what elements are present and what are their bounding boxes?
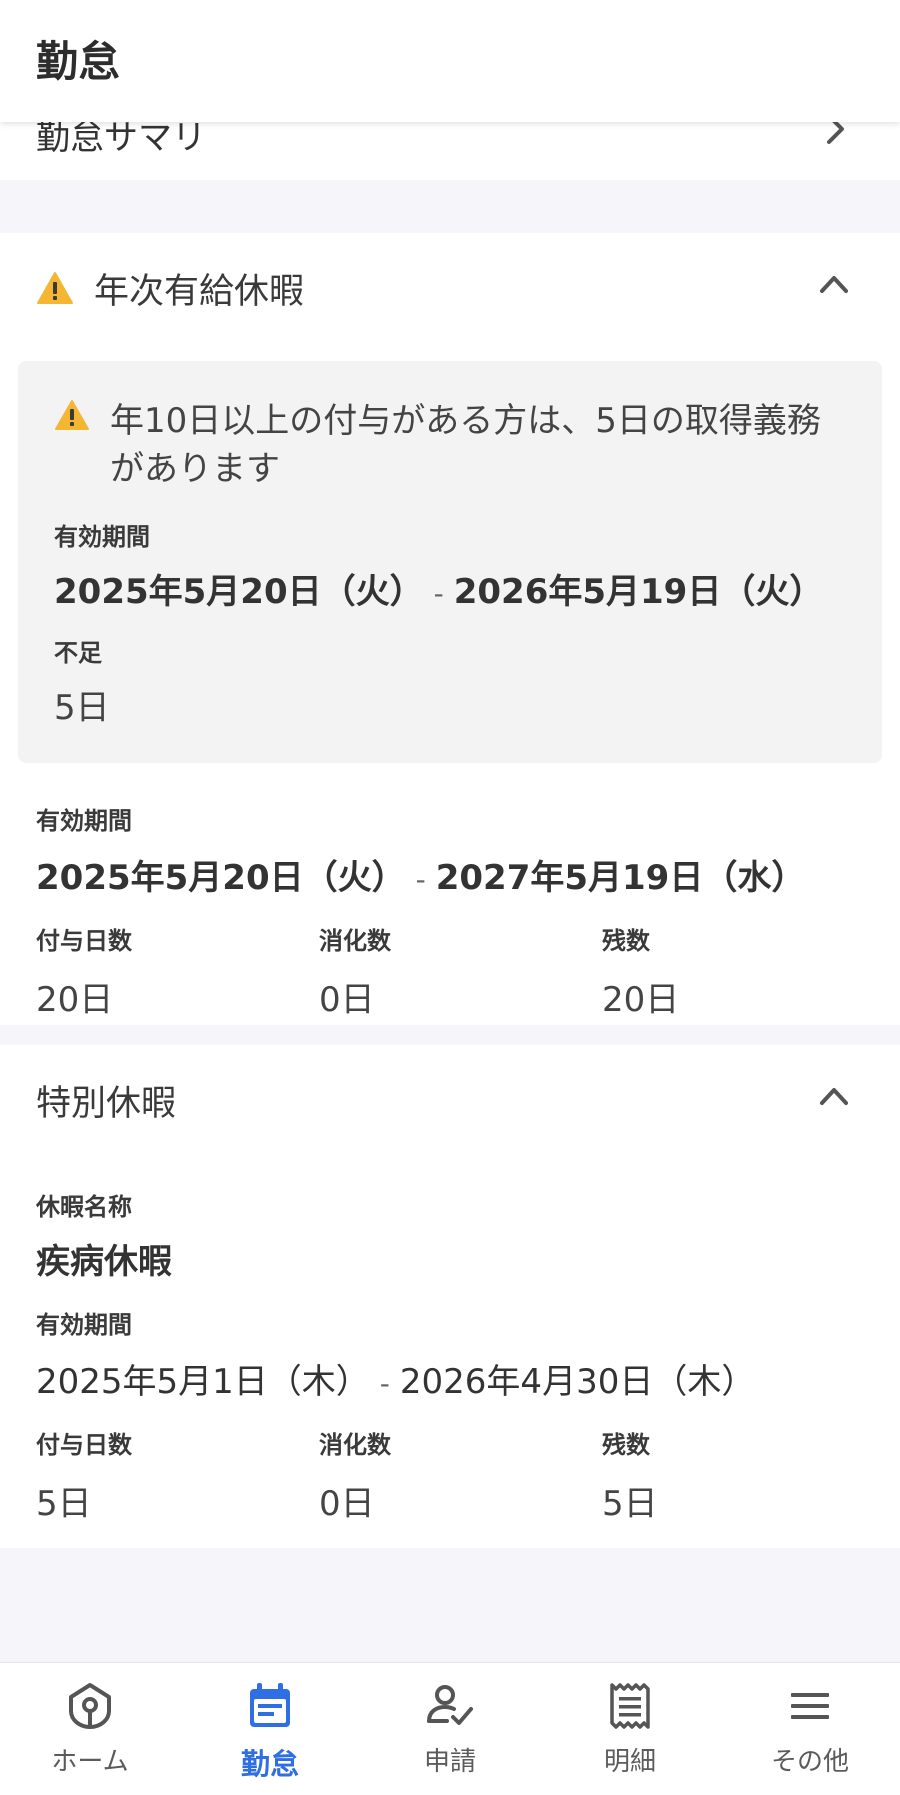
period-start: 2025年5月20日（火） xyxy=(36,858,406,898)
special-leave-info: 休暇名称 疾病休暇 有効期間 2025年5月1日（木） -2026年4月30日（木… xyxy=(0,1187,900,1525)
person-check-icon xyxy=(425,1681,475,1735)
used-days-value: 0日 xyxy=(319,1484,375,1524)
period-separator: - xyxy=(433,577,444,610)
granted-days-label: 付与日数 xyxy=(36,927,132,955)
used-days-value: 0日 xyxy=(319,980,375,1020)
nav-item-home[interactable]: ホーム xyxy=(0,1663,180,1795)
leave-name-label: 休暇名称 xyxy=(36,1193,132,1221)
receipt-icon xyxy=(606,1681,654,1735)
grant-period-label: 有効期間 xyxy=(36,807,132,835)
period-start: 2025年5月1日（木） xyxy=(36,1362,370,1402)
nav-label: ホーム xyxy=(51,1747,129,1777)
nav-item-more[interactable]: その他 xyxy=(720,1663,900,1795)
remaining-days-label: 残数 xyxy=(602,927,650,955)
menu-icon xyxy=(785,1681,835,1735)
warning-message: 年10日以上の付与がある方は、5日の取得義務があります xyxy=(110,401,821,489)
obligation-warning-box: 年10日以上の付与がある方は、5日の取得義務があります 有効期間 2025年5月… xyxy=(18,361,882,763)
period-end: 2026年5月19日（火） xyxy=(453,572,824,612)
granted-days-value: 5日 xyxy=(36,1484,92,1524)
used-days-label: 消化数 xyxy=(319,1431,391,1459)
remaining-days-value: 20日 xyxy=(602,980,680,1020)
period-end: 2026年4月30日（木） xyxy=(399,1362,756,1402)
top-app-bar: 勤怠 xyxy=(0,0,900,122)
period-separator: - xyxy=(379,1367,390,1400)
period-end: 2027年5月19日（水） xyxy=(435,858,806,898)
chevron-up-icon[interactable] xyxy=(818,273,850,299)
bottom-navigation: ホーム 勤怠 申請 明細 その他 xyxy=(0,1662,900,1795)
warning-icon xyxy=(54,399,90,435)
special-leave-title: 特別休暇 xyxy=(36,1083,177,1124)
period-separator: - xyxy=(415,863,426,896)
nav-label: 勤怠 xyxy=(240,1747,299,1781)
nav-label: 申請 xyxy=(423,1747,476,1777)
home-icon xyxy=(65,1681,115,1735)
annual-leave-card: 年次有給休暇 年10日以上の付与がある方は、5日の取得義務があります 有効期間 … xyxy=(0,233,900,1025)
grant-info: 有効期間 2025年5月20日（火） -2027年5月19日（水） 付与日数 20… xyxy=(0,801,900,1021)
granted-days-label: 付与日数 xyxy=(36,1431,132,1459)
shortage-value: 5日 xyxy=(54,688,110,728)
nav-item-requests[interactable]: 申請 xyxy=(360,1663,540,1795)
period-label: 有効期間 xyxy=(54,523,150,551)
page-title: 勤怠 xyxy=(36,36,121,86)
remaining-days-label: 残数 xyxy=(602,1431,650,1459)
warning-icon xyxy=(36,271,74,309)
special-period-value: 2025年5月1日（木） -2026年4月30日（木） xyxy=(36,1354,900,1403)
shortage-label: 不足 xyxy=(54,639,102,667)
period-value: 2025年5月20日（火） -2026年5月19日（火） xyxy=(54,564,846,613)
grant-period-value: 2025年5月20日（火） -2027年5月19日（水） xyxy=(36,850,900,899)
leave-name-value: 疾病休暇 xyxy=(36,1242,172,1282)
special-period-label: 有効期間 xyxy=(36,1311,132,1339)
granted-days-value: 20日 xyxy=(36,980,114,1020)
annual-leave-title: 年次有給休暇 xyxy=(94,271,305,312)
calendar-icon xyxy=(246,1681,294,1735)
nav-label: その他 xyxy=(770,1747,849,1777)
remaining-days-value: 5日 xyxy=(602,1484,658,1524)
period-start: 2025年5月20日（火） xyxy=(54,572,424,612)
chevron-up-icon[interactable] xyxy=(818,1085,850,1111)
nav-item-payslip[interactable]: 明細 xyxy=(540,1663,720,1795)
annual-leave-header[interactable]: 年次有給休暇 xyxy=(0,233,900,343)
special-leave-header[interactable]: 特別休暇 xyxy=(0,1045,900,1155)
nav-item-attendance[interactable]: 勤怠 xyxy=(180,1663,360,1795)
used-days-label: 消化数 xyxy=(319,927,391,955)
nav-label: 明細 xyxy=(603,1747,656,1777)
special-leave-card: 特別休暇 休暇名称 疾病休暇 有効期間 2025年5月1日（木） -2026年4月… xyxy=(0,1045,900,1548)
